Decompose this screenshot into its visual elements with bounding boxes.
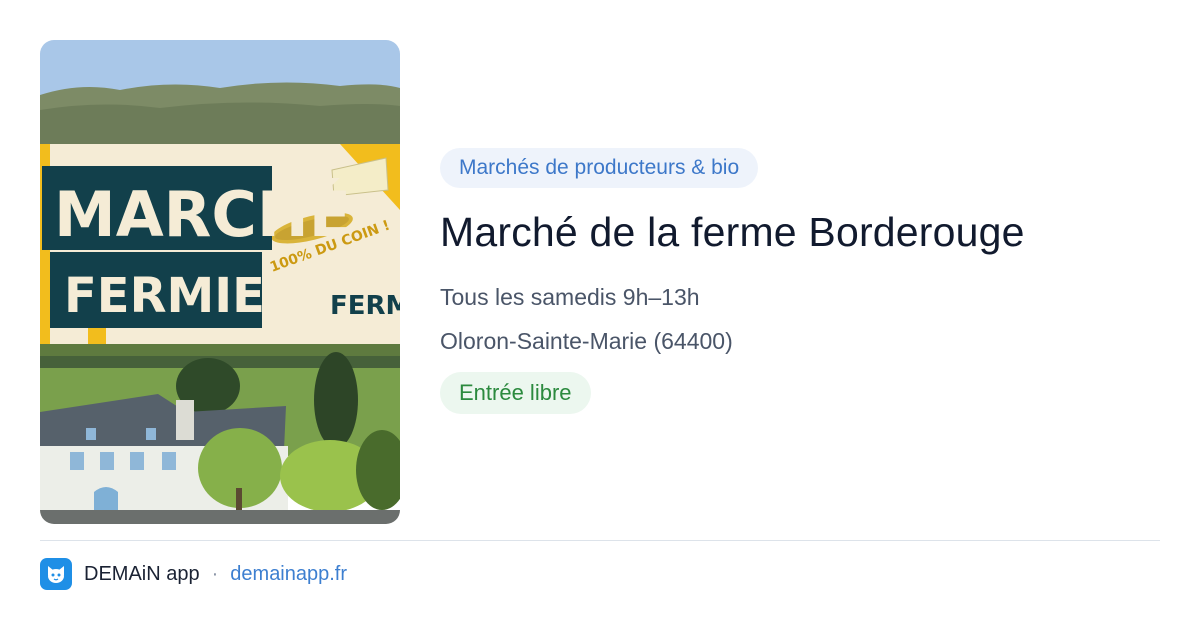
event-info: Marchés de producteurs & bio Marché de l… bbox=[440, 148, 1160, 414]
event-schedule: Tous les samedis 9h–13h bbox=[440, 284, 700, 310]
footer-divider bbox=[40, 540, 1160, 541]
sign-line2-text: FERMIER bbox=[64, 268, 302, 324]
category-chip[interactable]: Marchés de producteurs & bio bbox=[440, 148, 759, 188]
cat-face-icon[interactable] bbox=[40, 558, 72, 590]
event-title[interactable]: Marché de la ferme Borderouge bbox=[440, 208, 1160, 256]
entry-badge: Entrée libre bbox=[440, 372, 591, 414]
sign-line1-text: MARCHÉ bbox=[54, 178, 351, 251]
footer: DEMAiN app · demainapp.fr bbox=[40, 558, 347, 590]
event-photo[interactable]: MARCHÉ FERMIER 100% DU COIN ! FERMI bbox=[40, 40, 400, 524]
footer-separator: · bbox=[211, 562, 219, 585]
domain-link[interactable]: demainapp.fr bbox=[230, 563, 347, 586]
event-location: Oloron-Sainte-Marie (64400) bbox=[440, 328, 733, 354]
app-name: DEMAiN app bbox=[84, 562, 200, 585]
sign-partial-text: FERMI bbox=[330, 291, 400, 321]
